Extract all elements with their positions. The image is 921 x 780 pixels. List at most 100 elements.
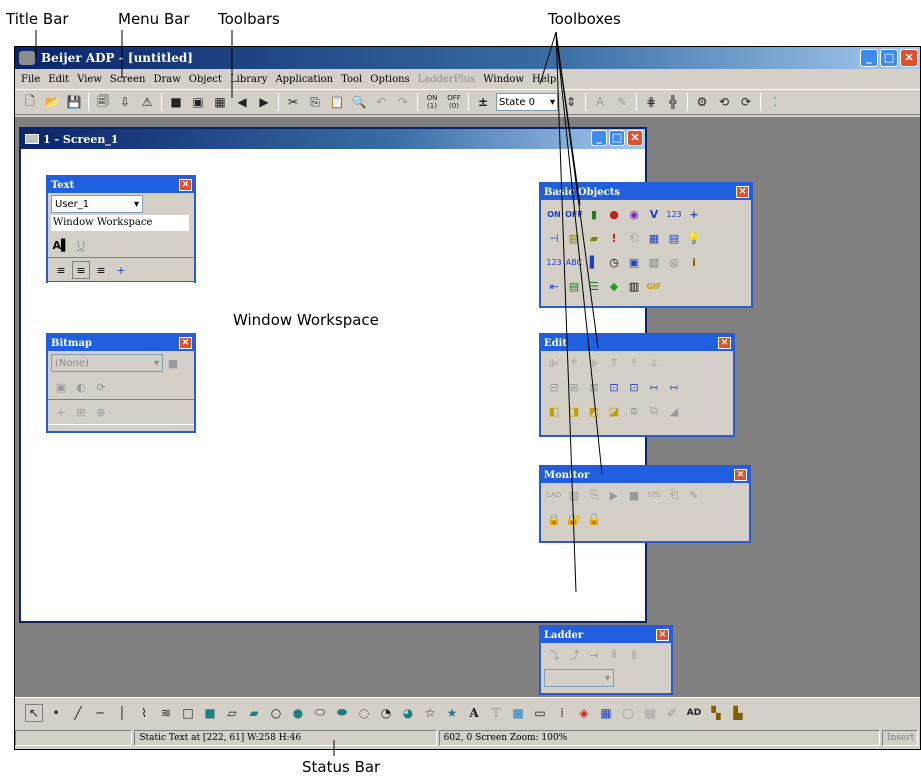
rectangle-icon[interactable]: □: [179, 704, 197, 722]
list-box-icon[interactable]: ▤: [641, 704, 659, 722]
download-icon[interactable]: ⇩: [116, 93, 134, 111]
ellipse-icon[interactable]: ⬭: [311, 704, 329, 722]
bitmap-refresh-icon[interactable]: ⟳: [92, 378, 110, 396]
pin-icon[interactable]: ✎: [613, 93, 631, 111]
menu-draw[interactable]: Draw: [153, 74, 180, 85]
indicator-icon[interactable]: ▚: [707, 704, 725, 722]
close-button[interactable]: ✕: [900, 49, 918, 67]
underline-icon[interactable]: U: [72, 236, 90, 254]
bar-graph-icon[interactable]: ▌: [585, 253, 603, 271]
table-icon[interactable]: ▥: [625, 277, 643, 295]
center-horizontal-icon[interactable]: ⊡: [605, 378, 623, 396]
ladder-contact-icon[interactable]: ⫴: [605, 646, 623, 664]
space-horizontal-icon[interactable]: ⇿: [645, 378, 663, 396]
folder-icon[interactable]: ▰: [585, 229, 603, 247]
find-icon[interactable]: 🔍: [350, 93, 368, 111]
numeric-icon[interactable]: 123: [665, 205, 683, 223]
switch-icon[interactable]: ▮: [585, 205, 603, 223]
warning-icon[interactable]: ⚠: [138, 93, 156, 111]
table-grid-icon[interactable]: ▦: [597, 704, 615, 722]
scale-icon[interactable]: ◆: [605, 277, 623, 295]
menu-application[interactable]: Application: [275, 74, 333, 85]
input-box-icon[interactable]: ▢: [619, 704, 637, 722]
basic-objects-close-button[interactable]: ✕: [736, 186, 749, 198]
screen-maximize-button[interactable]: □: [609, 130, 625, 146]
bring-to-front-icon[interactable]: ◧: [545, 402, 563, 420]
monitor-stop-icon[interactable]: ■: [625, 486, 643, 504]
bitmap-center-icon[interactable]: ⊕: [92, 403, 110, 421]
group-icon[interactable]: ⧈: [625, 402, 643, 420]
gif-icon[interactable]: GIF: [645, 277, 663, 295]
add-icon[interactable]: +: [685, 205, 703, 223]
star-icon[interactable]: ☆: [421, 704, 439, 722]
send-to-back-icon[interactable]: ◨: [565, 402, 583, 420]
multistate-icon[interactable]: ▤: [565, 229, 583, 247]
next-screen-icon[interactable]: ▶: [255, 93, 273, 111]
lock-edit-icon[interactable]: 🔐: [565, 510, 583, 528]
menu-edit[interactable]: Edit: [48, 74, 69, 85]
bitmap-transparent-icon[interactable]: ◐: [72, 378, 90, 396]
previous-screen-icon[interactable]: ◀: [233, 93, 251, 111]
filled-ellipse-icon[interactable]: ⬬: [333, 704, 351, 722]
circle-icon[interactable]: ○: [267, 704, 285, 722]
rotate-icon[interactable]: ◢: [665, 402, 683, 420]
filled-circle-icon[interactable]: ●: [289, 704, 307, 722]
text-toolbox-close-button[interactable]: ✕: [179, 179, 192, 191]
same-height-icon[interactable]: ⊞: [565, 378, 583, 396]
new-file-icon[interactable]: 🗋: [21, 93, 39, 111]
text-content-field[interactable]: Window Workspace: [51, 215, 189, 231]
ab-button-icon[interactable]: AD: [685, 704, 703, 722]
save-icon[interactable]: 💾: [65, 93, 83, 111]
ladder-delete-contact-icon[interactable]: ⫵: [625, 646, 643, 664]
menu-screen[interactable]: Screen: [110, 74, 146, 85]
center-vertical-icon[interactable]: ⊡: [625, 378, 643, 396]
monitor-toolbox-close-button[interactable]: ✕: [734, 469, 747, 481]
align-right-edge-icon[interactable]: ⊪: [585, 354, 603, 372]
monitor-edit-icon[interactable]: ✎: [685, 486, 703, 504]
filled-star-icon[interactable]: ★: [443, 704, 461, 722]
screen-close-button[interactable]: ✕: [627, 130, 643, 146]
pointer-icon[interactable]: ↖: [25, 703, 43, 722]
menu-tool[interactable]: Tool: [341, 74, 362, 85]
align-center-text-icon[interactable]: ≡: [72, 261, 90, 279]
ladder-arrow-icon[interactable]: →: [585, 646, 603, 664]
numeric-display-icon[interactable]: 123: [545, 253, 563, 271]
align-vertical-center-icon[interactable]: ⫯: [625, 354, 643, 372]
on-button-icon[interactable]: ON: [545, 205, 563, 223]
marker-icon[interactable]: ▙: [729, 704, 747, 722]
filled-parallelogram-icon[interactable]: ▰: [245, 704, 263, 722]
align-left-icon[interactable]: ≡: [52, 261, 70, 279]
compile-icon[interactable]: ⚙: [693, 93, 711, 111]
window-icon[interactable]: ▣: [189, 93, 207, 111]
polyline-icon[interactable]: ⌇: [135, 704, 153, 722]
off-button-icon[interactable]: OFF: [565, 205, 583, 223]
monitor-sts-icon[interactable]: STS: [645, 486, 663, 504]
space-vertical-icon[interactable]: ⇿: [665, 378, 683, 396]
state-on-icon[interactable]: ON (1): [423, 93, 441, 111]
alarm-icon[interactable]: !: [605, 229, 623, 247]
horizontal-line-icon[interactable]: ─: [91, 704, 109, 722]
monitor-copy-icon[interactable]: ⎘: [585, 486, 603, 504]
text-icon[interactable]: A: [465, 704, 483, 722]
clock-icon[interactable]: ◷: [605, 253, 623, 271]
bitmap-crosshair-icon[interactable]: +: [52, 403, 70, 421]
bulb-icon[interactable]: 💡: [685, 229, 703, 247]
align-horizontal-center-icon[interactable]: ⫩: [565, 354, 583, 372]
minimize-button[interactable]: _: [860, 49, 878, 67]
menu-object[interactable]: Object: [189, 74, 222, 85]
ladder-toolbox-close-button[interactable]: ✕: [656, 629, 669, 641]
step-icon[interactable]: ⊣: [545, 229, 563, 247]
align-top-edge-icon[interactable]: ⫪: [605, 354, 623, 372]
properties-icon[interactable]: 🗐: [94, 93, 112, 111]
edit-box-icon[interactable]: ✐: [663, 704, 681, 722]
same-size-icon[interactable]: ⊠: [585, 378, 603, 396]
menu-library[interactable]: Library: [230, 74, 267, 85]
font-select[interactable]: User_1 ▾: [51, 195, 143, 213]
simulate-icon[interactable]: ⟲: [715, 93, 733, 111]
recipe-icon[interactable]: ▤: [565, 277, 583, 295]
layout-icon[interactable]: ⁚: [766, 93, 784, 111]
open-folder-icon[interactable]: 📂: [43, 93, 61, 111]
palette-icon[interactable]: ◈: [575, 704, 593, 722]
text-input-icon[interactable]: ▤: [665, 229, 683, 247]
unlock-icon[interactable]: 🔓: [585, 510, 603, 528]
